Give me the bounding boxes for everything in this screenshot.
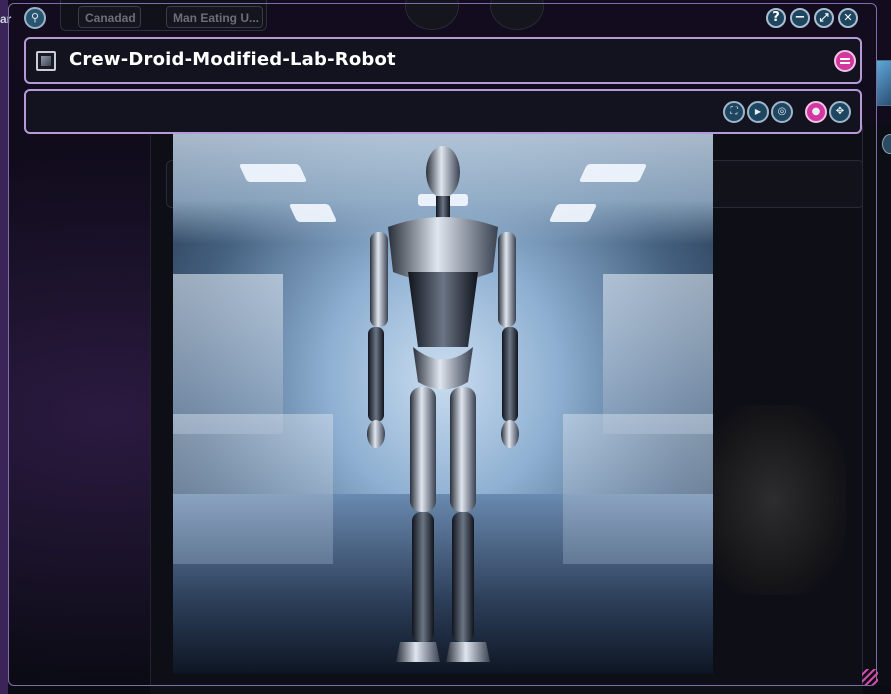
maximize-button[interactable]: ⤢ bbox=[814, 8, 834, 28]
minimize-button[interactable]: − bbox=[790, 8, 810, 28]
ceiling-light bbox=[578, 164, 648, 182]
window-controls: ? − ⤢ ✕ bbox=[766, 8, 858, 28]
lab-counter bbox=[563, 414, 713, 564]
lab-wall-panel bbox=[603, 274, 713, 434]
move-icon[interactable]: ✥ bbox=[829, 101, 851, 123]
ceiling-light bbox=[238, 164, 308, 182]
title-bar: Crew-Droid-Modified-Lab-Robot bbox=[24, 37, 862, 84]
image-toolbar: ⛶ ▶ ◎ ● ✥ bbox=[24, 89, 862, 134]
lab-counter bbox=[173, 414, 333, 564]
background-side-button[interactable] bbox=[882, 134, 891, 154]
close-button[interactable]: ✕ bbox=[838, 8, 858, 28]
lab-wall-panel bbox=[173, 274, 283, 434]
pin-icon[interactable]: ● bbox=[805, 101, 827, 123]
robot-image bbox=[173, 134, 713, 674]
fullscreen-icon[interactable]: ⛶ bbox=[723, 101, 745, 123]
background-edge bbox=[0, 0, 8, 694]
camera-icon[interactable]: ▶ bbox=[747, 101, 769, 123]
image-icon bbox=[36, 51, 56, 71]
ceiling-light bbox=[548, 204, 598, 222]
background-footer bbox=[150, 686, 862, 694]
collapse-button[interactable] bbox=[834, 50, 856, 72]
target-icon[interactable]: ◎ bbox=[771, 101, 793, 123]
resize-handle[interactable] bbox=[862, 669, 878, 685]
ceiling-light bbox=[288, 204, 338, 222]
robot-figure bbox=[367, 146, 519, 662]
window-title: Crew-Droid-Modified-Lab-Robot bbox=[69, 49, 396, 70]
background-thumbnail[interactable] bbox=[876, 60, 891, 106]
help-button[interactable]: ? bbox=[766, 8, 786, 28]
